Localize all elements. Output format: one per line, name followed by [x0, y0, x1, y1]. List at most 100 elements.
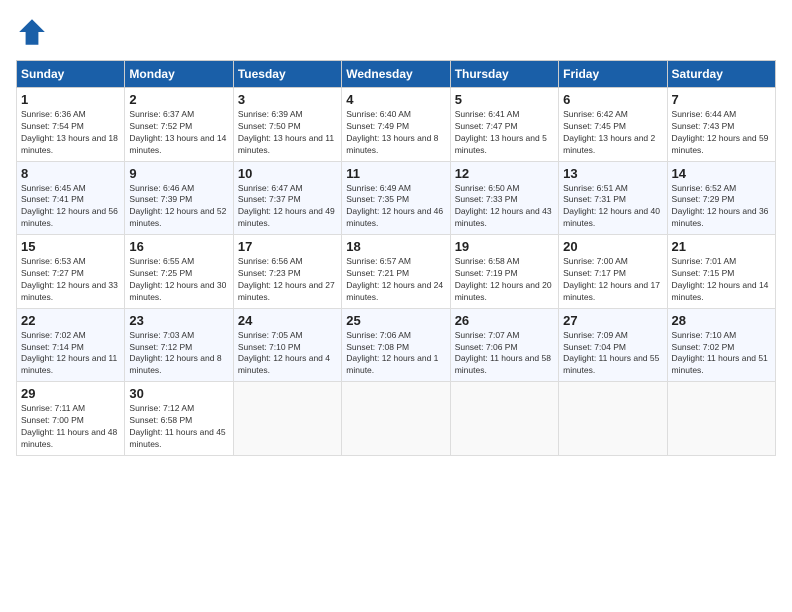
- day-number: 20: [563, 239, 662, 254]
- calendar-cell: [559, 382, 667, 456]
- day-number: 23: [129, 313, 228, 328]
- calendar-cell: 10 Sunrise: 6:47 AMSunset: 7:37 PMDayligh…: [233, 161, 341, 235]
- calendar-cell: 1Sunrise: 6:36 AMSunset: 7:54 PMDaylight…: [17, 88, 125, 162]
- calendar-header-row: SundayMondayTuesdayWednesdayThursdayFrid…: [17, 61, 776, 88]
- calendar-week-row: 8 Sunrise: 6:45 AMSunset: 7:41 PMDaylight…: [17, 161, 776, 235]
- day-number: 16: [129, 239, 228, 254]
- day-info: Sunrise: 6:57 AMSunset: 7:21 PMDaylight:…: [346, 256, 445, 304]
- day-number: 7: [672, 92, 771, 107]
- col-header-monday: Monday: [125, 61, 233, 88]
- day-info: Sunrise: 6:42 AMSunset: 7:45 PMDaylight:…: [563, 109, 662, 157]
- calendar-cell: 2 Sunrise: 6:37 AMSunset: 7:52 PMDaylight…: [125, 88, 233, 162]
- calendar-cell: 5 Sunrise: 6:41 AMSunset: 7:47 PMDaylight…: [450, 88, 558, 162]
- calendar-cell: 12Sunrise: 6:50 AMSunset: 7:33 PMDayligh…: [450, 161, 558, 235]
- day-number: 15: [21, 239, 120, 254]
- day-info: Sunrise: 6:52 AMSunset: 7:29 PMDaylight:…: [672, 183, 771, 231]
- day-number: 4: [346, 92, 445, 107]
- calendar-week-row: 22Sunrise: 7:02 AMSunset: 7:14 PMDayligh…: [17, 308, 776, 382]
- day-info: Sunrise: 6:45 AMSunset: 7:41 PMDaylight:…: [21, 183, 120, 231]
- day-info: Sunrise: 6:51 AMSunset: 7:31 PMDaylight:…: [563, 183, 662, 231]
- day-info: Sunrise: 6:37 AMSunset: 7:52 PMDaylight:…: [129, 109, 228, 157]
- day-info: Sunrise: 7:00 AMSunset: 7:17 PMDaylight:…: [563, 256, 662, 304]
- day-info: Sunrise: 6:39 AMSunset: 7:50 PMDaylight:…: [238, 109, 337, 157]
- calendar-cell: [450, 382, 558, 456]
- calendar-cell: 24Sunrise: 7:05 AMSunset: 7:10 PMDayligh…: [233, 308, 341, 382]
- calendar-cell: 15Sunrise: 6:53 AMSunset: 7:27 PMDayligh…: [17, 235, 125, 309]
- logo-icon: [16, 16, 48, 48]
- calendar-cell: 6 Sunrise: 6:42 AMSunset: 7:45 PMDaylight…: [559, 88, 667, 162]
- col-header-sunday: Sunday: [17, 61, 125, 88]
- day-number: 17: [238, 239, 337, 254]
- calendar-cell: 27 Sunrise: 7:09 AMSunset: 7:04 PMDayligh…: [559, 308, 667, 382]
- calendar-cell: 18 Sunrise: 6:57 AMSunset: 7:21 PMDayligh…: [342, 235, 450, 309]
- day-number: 2: [129, 92, 228, 107]
- day-number: 25: [346, 313, 445, 328]
- day-number: 3: [238, 92, 337, 107]
- day-info: Sunrise: 6:55 AMSunset: 7:25 PMDaylight:…: [129, 256, 228, 304]
- day-info: Sunrise: 7:10 AMSunset: 7:02 PMDaylight:…: [672, 330, 771, 378]
- calendar-cell: [342, 382, 450, 456]
- day-number: 26: [455, 313, 554, 328]
- day-info: Sunrise: 6:40 AMSunset: 7:49 PMDaylight:…: [346, 109, 445, 157]
- calendar-table: SundayMondayTuesdayWednesdayThursdayFrid…: [16, 60, 776, 456]
- day-info: Sunrise: 6:58 AMSunset: 7:19 PMDaylight:…: [455, 256, 554, 304]
- col-header-saturday: Saturday: [667, 61, 775, 88]
- day-number: 27: [563, 313, 662, 328]
- day-number: 30: [129, 386, 228, 401]
- day-number: 29: [21, 386, 120, 401]
- col-header-friday: Friday: [559, 61, 667, 88]
- calendar-cell: [667, 382, 775, 456]
- day-number: 10: [238, 166, 337, 181]
- calendar-cell: 25 Sunrise: 7:06 AMSunset: 7:08 PMDayligh…: [342, 308, 450, 382]
- calendar-cell: 23 Sunrise: 7:03 AMSunset: 7:12 PMDayligh…: [125, 308, 233, 382]
- day-number: 28: [672, 313, 771, 328]
- page-header: [16, 16, 776, 48]
- col-header-thursday: Thursday: [450, 61, 558, 88]
- day-number: 18: [346, 239, 445, 254]
- day-info: Sunrise: 6:49 AMSunset: 7:35 PMDaylight:…: [346, 183, 445, 231]
- day-number: 11: [346, 166, 445, 181]
- day-number: 21: [672, 239, 771, 254]
- calendar-cell: 8 Sunrise: 6:45 AMSunset: 7:41 PMDaylight…: [17, 161, 125, 235]
- day-number: 13: [563, 166, 662, 181]
- calendar-cell: 20 Sunrise: 7:00 AMSunset: 7:17 PMDayligh…: [559, 235, 667, 309]
- day-info: Sunrise: 7:07 AMSunset: 7:06 PMDaylight:…: [455, 330, 554, 378]
- calendar-cell: 14 Sunrise: 6:52 AMSunset: 7:29 PMDayligh…: [667, 161, 775, 235]
- calendar-cell: 11 Sunrise: 6:49 AMSunset: 7:35 PMDayligh…: [342, 161, 450, 235]
- calendar-week-row: 29 Sunrise: 7:11 AMSunset: 7:00 PMDayligh…: [17, 382, 776, 456]
- col-header-tuesday: Tuesday: [233, 61, 341, 88]
- day-info: Sunrise: 7:09 AMSunset: 7:04 PMDaylight:…: [563, 330, 662, 378]
- day-info: Sunrise: 7:12 AMSunset: 6:58 PMDaylight:…: [129, 403, 228, 451]
- day-info: Sunrise: 7:03 AMSunset: 7:12 PMDaylight:…: [129, 330, 228, 378]
- day-info: Sunrise: 6:50 AMSunset: 7:33 PMDaylight:…: [455, 183, 554, 231]
- calendar-cell: 9 Sunrise: 6:46 AMSunset: 7:39 PMDaylight…: [125, 161, 233, 235]
- day-number: 1: [21, 92, 120, 107]
- calendar-cell: 22Sunrise: 7:02 AMSunset: 7:14 PMDayligh…: [17, 308, 125, 382]
- calendar-cell: 7Sunrise: 6:44 AMSunset: 7:43 PMDaylight…: [667, 88, 775, 162]
- calendar-cell: 29 Sunrise: 7:11 AMSunset: 7:00 PMDayligh…: [17, 382, 125, 456]
- calendar-week-row: 15Sunrise: 6:53 AMSunset: 7:27 PMDayligh…: [17, 235, 776, 309]
- day-info: Sunrise: 6:46 AMSunset: 7:39 PMDaylight:…: [129, 183, 228, 231]
- day-info: Sunrise: 7:01 AMSunset: 7:15 PMDaylight:…: [672, 256, 771, 304]
- day-info: Sunrise: 6:41 AMSunset: 7:47 PMDaylight:…: [455, 109, 554, 157]
- calendar-cell: 26 Sunrise: 7:07 AMSunset: 7:06 PMDayligh…: [450, 308, 558, 382]
- day-number: 6: [563, 92, 662, 107]
- day-info: Sunrise: 6:56 AMSunset: 7:23 PMDaylight:…: [238, 256, 337, 304]
- day-number: 19: [455, 239, 554, 254]
- day-number: 14: [672, 166, 771, 181]
- calendar-cell: 4 Sunrise: 6:40 AMSunset: 7:49 PMDaylight…: [342, 88, 450, 162]
- day-info: Sunrise: 7:02 AMSunset: 7:14 PMDaylight:…: [21, 330, 120, 378]
- day-number: 8: [21, 166, 120, 181]
- day-info: Sunrise: 7:06 AMSunset: 7:08 PMDaylight:…: [346, 330, 445, 378]
- calendar-cell: 19 Sunrise: 6:58 AMSunset: 7:19 PMDayligh…: [450, 235, 558, 309]
- day-number: 5: [455, 92, 554, 107]
- day-info: Sunrise: 7:11 AMSunset: 7:00 PMDaylight:…: [21, 403, 120, 451]
- calendar-cell: 13 Sunrise: 6:51 AMSunset: 7:31 PMDayligh…: [559, 161, 667, 235]
- calendar-cell: [233, 382, 341, 456]
- day-info: Sunrise: 6:47 AMSunset: 7:37 PMDaylight:…: [238, 183, 337, 231]
- calendar-cell: 21 Sunrise: 7:01 AMSunset: 7:15 PMDayligh…: [667, 235, 775, 309]
- day-number: 9: [129, 166, 228, 181]
- day-number: 24: [238, 313, 337, 328]
- col-header-wednesday: Wednesday: [342, 61, 450, 88]
- calendar-cell: 30 Sunrise: 7:12 AMSunset: 6:58 PMDayligh…: [125, 382, 233, 456]
